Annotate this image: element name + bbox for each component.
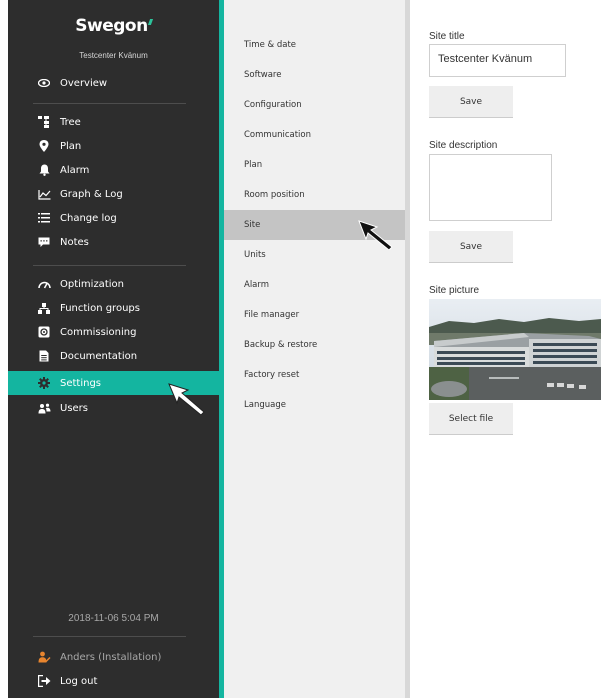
submenu-item-configuration[interactable]: Configuration bbox=[224, 90, 407, 120]
tree-icon bbox=[37, 115, 51, 129]
hierarchy-icon bbox=[37, 301, 51, 315]
save-title-button[interactable]: Save bbox=[429, 86, 513, 118]
sidebar-item-label: Tree bbox=[60, 116, 81, 128]
sidebar-item-label: Plan bbox=[60, 140, 82, 152]
submenu-item-backup-restore[interactable]: Backup & restore bbox=[224, 330, 407, 360]
sidebar-item-label: Optimization bbox=[60, 278, 124, 290]
save-description-button[interactable]: Save bbox=[429, 231, 513, 263]
mouse-cursor-white-icon bbox=[168, 383, 205, 415]
site-picture bbox=[429, 299, 601, 400]
map-pin-icon bbox=[37, 139, 51, 153]
submenu-item-factory-reset[interactable]: Factory reset bbox=[224, 360, 407, 390]
sidebar-item-commissioning[interactable]: Commissioning bbox=[8, 320, 219, 344]
site-name: Testcenter Kvänum bbox=[79, 51, 148, 60]
site-title-input[interactable]: Testcenter Kvänum bbox=[429, 44, 566, 77]
logout-icon bbox=[37, 674, 51, 688]
sidebar-item-plan[interactable]: Plan bbox=[8, 134, 219, 158]
sidebar: Swegon Testcenter Kvänum Overview Tree P… bbox=[8, 0, 219, 698]
comment-icon bbox=[37, 235, 51, 249]
submenu-item-plan[interactable]: Plan bbox=[224, 150, 407, 180]
submenu-item-file-manager[interactable]: File manager bbox=[224, 300, 407, 330]
sidebar-item-label: Documentation bbox=[60, 350, 138, 362]
sidebar-item-overview[interactable]: Overview bbox=[8, 71, 219, 95]
submenu-item-alarm[interactable]: Alarm bbox=[224, 270, 407, 300]
sidebar-divider bbox=[33, 636, 186, 637]
line-chart-icon bbox=[37, 187, 51, 201]
sidebar-item-label: Notes bbox=[60, 236, 89, 248]
mouse-cursor-black-icon bbox=[358, 220, 393, 250]
site-description-textarea[interactable] bbox=[429, 154, 552, 221]
commissioning-icon bbox=[37, 325, 51, 339]
site-description-label: Site description bbox=[429, 140, 498, 151]
sidebar-item-optimization[interactable]: Optimization bbox=[8, 272, 219, 296]
submenu-item-room-position[interactable]: Room position bbox=[224, 180, 407, 210]
submenu-item-language[interactable]: Language bbox=[224, 390, 407, 420]
sidebar-divider bbox=[33, 103, 186, 104]
sidebar-item-label: Alarm bbox=[60, 164, 90, 176]
site-picture-label: Site picture bbox=[429, 285, 480, 296]
sidebar-item-label: Users bbox=[60, 402, 89, 414]
sidebar-item-label: Change log bbox=[60, 212, 117, 224]
sidebar-item-change-log[interactable]: Change log bbox=[8, 206, 219, 230]
sidebar-item-label: Function groups bbox=[60, 302, 140, 314]
user-wrench-icon bbox=[37, 650, 51, 664]
sidebar-item-label: Graph & Log bbox=[60, 188, 123, 200]
datetime: 2018-11-06 5:04 PM bbox=[68, 613, 159, 624]
list-icon bbox=[37, 211, 51, 225]
sidebar-item-label: Commissioning bbox=[60, 326, 137, 338]
gauge-icon bbox=[37, 277, 51, 291]
site-title-label: Site title bbox=[429, 31, 465, 42]
sidebar-item-alarm[interactable]: Alarm bbox=[8, 158, 219, 182]
user-item[interactable]: Anders (Installation) bbox=[8, 645, 219, 669]
sidebar-item-graph-log[interactable]: Graph & Log bbox=[8, 182, 219, 206]
sidebar-divider bbox=[33, 265, 186, 266]
eye-icon bbox=[37, 76, 51, 90]
sidebar-item-documentation[interactable]: Documentation bbox=[8, 344, 219, 368]
sidebar-item-label: Settings bbox=[60, 377, 102, 389]
users-icon bbox=[37, 401, 51, 415]
bell-icon bbox=[37, 163, 51, 177]
sidebar-item-tree[interactable]: Tree bbox=[8, 110, 219, 134]
submenu-item-communication[interactable]: Communication bbox=[224, 120, 407, 150]
submenu-item-time-date[interactable]: Time & date bbox=[224, 30, 407, 60]
select-file-button[interactable]: Select file bbox=[429, 403, 513, 435]
brand-logo: Swegon bbox=[8, 16, 219, 36]
settings-submenu: Time & date Software Configuration Commu… bbox=[224, 0, 410, 698]
sidebar-item-function-groups[interactable]: Function groups bbox=[8, 296, 219, 320]
submenu-scrollbar[interactable] bbox=[405, 0, 410, 698]
gear-icon bbox=[37, 376, 51, 390]
sidebar-item-label: Overview bbox=[60, 77, 108, 89]
logout-label: Log out bbox=[60, 675, 98, 687]
submenu-item-software[interactable]: Software bbox=[224, 60, 407, 90]
document-icon bbox=[37, 349, 51, 363]
user-name: Anders (Installation) bbox=[60, 651, 162, 663]
logout-item[interactable]: Log out bbox=[8, 669, 219, 693]
sidebar-item-notes[interactable]: Notes bbox=[8, 230, 219, 254]
